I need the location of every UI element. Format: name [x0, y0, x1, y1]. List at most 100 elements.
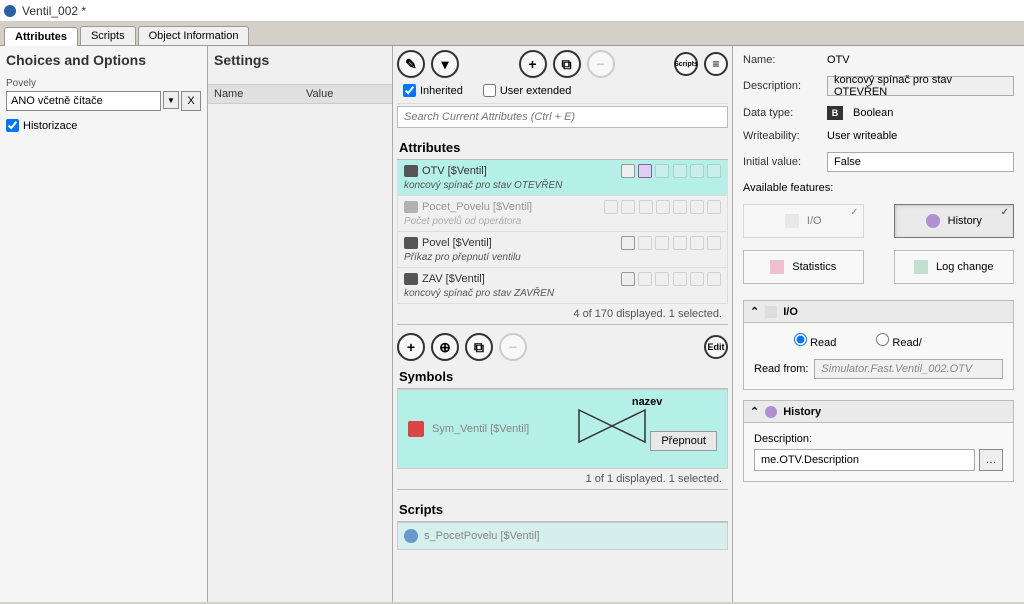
attr-toolbar: ✎ ▾ + ⧉ − Scripts ≡ — [397, 50, 728, 78]
historizace-checkbox[interactable] — [6, 119, 19, 132]
read-radio-row[interactable]: Read — [794, 333, 836, 349]
attr-desc: Příkaz pro přepnutí ventilu — [404, 252, 721, 263]
user-extended-checkbox[interactable] — [483, 84, 496, 97]
read-radio[interactable] — [794, 333, 807, 346]
historizace-row[interactable]: Historizace — [6, 119, 201, 132]
tab-attributes[interactable]: Attributes — [4, 27, 78, 46]
read-from-label: Read from: — [754, 363, 808, 375]
attributes-panel: ✎ ▾ + ⧉ − Scripts ≡ Inherited User exten… — [393, 46, 733, 602]
feature-logchange[interactable]: Log change — [894, 250, 1015, 284]
attr-name: OTV [$Ventil] — [422, 165, 617, 177]
mini-icon — [690, 164, 704, 178]
writeability-value: User writeable — [827, 130, 897, 142]
writeability-label: Writeability: — [743, 130, 821, 142]
chevron-down-icon: ⌃ — [750, 405, 759, 418]
symbol-row[interactable]: Sym_Ventil [$Ventil] nazev Přepnout — [397, 389, 728, 469]
tab-bar: Attributes Scripts Object Information — [0, 22, 1024, 46]
attr-name: ZAV [$Ventil] — [422, 273, 617, 285]
user-extended-row[interactable]: User extended — [483, 84, 572, 97]
history-panel-header[interactable]: ⌃ History — [744, 401, 1013, 423]
readwrite-radio[interactable] — [876, 333, 889, 346]
symbol-status: 1 of 1 displayed. 1 selected. — [397, 469, 728, 490]
attr-row-pocet[interactable]: Pocet_Povelu [$Ventil] Počet povelů od o… — [397, 196, 728, 232]
prepnout-button[interactable]: Přepnout — [650, 431, 717, 451]
app-icon — [4, 5, 16, 17]
attr-desc: koncový spínač pro stav OTEVŘEN — [404, 180, 721, 191]
attr-row-povel[interactable]: Povel [$Ventil] Příkaz pro přepnutí vent… — [397, 232, 728, 268]
attr-name: Pocet_Povelu [$Ventil] — [422, 201, 600, 213]
wand-button[interactable]: ✎ — [397, 50, 425, 78]
datatype-value: Boolean — [853, 107, 893, 119]
user-extended-label: User extended — [500, 85, 572, 97]
history-desc-input[interactable] — [754, 449, 975, 471]
remove-button[interactable]: − — [587, 50, 615, 78]
feature-io[interactable]: I/O✓ — [743, 204, 864, 238]
attr-row-otv[interactable]: OTV [$Ventil] koncový spínač pro stav OT… — [397, 160, 728, 196]
available-features-label: Available features: — [743, 182, 833, 194]
list-button[interactable]: ≡ — [704, 52, 728, 76]
valve-preview: nazev Přepnout — [577, 396, 717, 451]
main: Choices and Options Povely ANO včetně čí… — [0, 46, 1024, 602]
duplicate-symbol-button[interactable]: ⧉ — [465, 333, 493, 361]
statistics-icon — [770, 260, 784, 274]
io-panel: ⌃ I/O Read Read/ Read from: Simulator.Fa… — [743, 300, 1014, 390]
history-icon — [765, 406, 777, 418]
mini-icon — [690, 236, 704, 250]
symbols-header: Symbols — [397, 365, 728, 389]
mini-icon — [673, 272, 687, 286]
remove-symbol-button[interactable]: − — [499, 333, 527, 361]
mini-icon — [707, 272, 721, 286]
io-icon — [765, 306, 777, 318]
script-label: s_PocetPovelu [$Ventil] — [424, 530, 540, 542]
attr-desc: Počet povelů od operátora — [404, 216, 721, 227]
choices-header: Choices and Options — [6, 52, 201, 68]
nazev-label: nazev — [577, 396, 717, 408]
feature-statistics[interactable]: Statistics — [743, 250, 864, 284]
mini-icon — [639, 200, 653, 214]
mini-icon — [673, 164, 687, 178]
duplicate-button[interactable]: ⧉ — [553, 50, 581, 78]
symbol-toolbar: + ⊕ ⧉ − Edit — [397, 333, 728, 361]
attr-row-zav[interactable]: ZAV [$Ventil] koncový spínač pro stav ZA… — [397, 268, 728, 304]
inherited-checkbox[interactable] — [403, 84, 416, 97]
read-from-field[interactable]: Simulator.Fast.Ventil_002.OTV — [814, 359, 1003, 379]
mini-icon — [707, 164, 721, 178]
symbol-icon — [408, 421, 424, 437]
symbol-label: Sym_Ventil [$Ventil] — [432, 423, 529, 435]
add-symbol-button[interactable]: + — [397, 333, 425, 361]
povely-clear-button[interactable]: X — [181, 91, 201, 111]
script-row[interactable]: s_PocetPovelu [$Ventil] — [397, 522, 728, 550]
io-icon — [621, 272, 635, 286]
mini-icon — [690, 200, 704, 214]
check-icon: ✓ — [1001, 207, 1009, 218]
search-input[interactable] — [397, 106, 728, 128]
settings-columns: Name Value — [208, 84, 392, 104]
tab-object-info[interactable]: Object Information — [138, 26, 250, 45]
mini-icon — [638, 272, 652, 286]
readwrite-radio-row[interactable]: Read/ — [876, 333, 921, 349]
mini-icon — [621, 200, 635, 214]
inherited-row[interactable]: Inherited — [403, 84, 463, 97]
filter-button[interactable]: ▾ — [431, 50, 459, 78]
description-field[interactable]: koncový spínač pro stav OTEVŘEN — [827, 76, 1014, 96]
browse-button[interactable]: … — [979, 449, 1003, 471]
feature-history[interactable]: History✓ — [894, 204, 1015, 238]
io-icon — [621, 236, 635, 250]
initial-value-field[interactable]: False — [827, 152, 1014, 172]
choices-panel: Choices and Options Povely ANO včetně čí… — [0, 46, 208, 602]
scripts-button[interactable]: Scripts — [674, 52, 698, 76]
povely-dropdown-arrow[interactable]: ▼ — [163, 91, 179, 109]
settings-col-value: Value — [300, 85, 392, 103]
mini-icon — [673, 200, 687, 214]
check-icon: ✓ — [850, 207, 858, 218]
io-panel-header[interactable]: ⌃ I/O — [744, 301, 1013, 323]
add-multi-button[interactable]: ⊕ — [431, 333, 459, 361]
mini-icon — [655, 236, 669, 250]
initial-label: Initial value: — [743, 156, 821, 168]
inherited-label: Inherited — [420, 85, 463, 97]
povely-combo[interactable]: ANO včetně čítače — [6, 91, 161, 111]
edit-button[interactable]: Edit — [704, 335, 728, 359]
tab-scripts[interactable]: Scripts — [80, 26, 136, 45]
add-button[interactable]: + — [519, 50, 547, 78]
mini-icon — [673, 236, 687, 250]
